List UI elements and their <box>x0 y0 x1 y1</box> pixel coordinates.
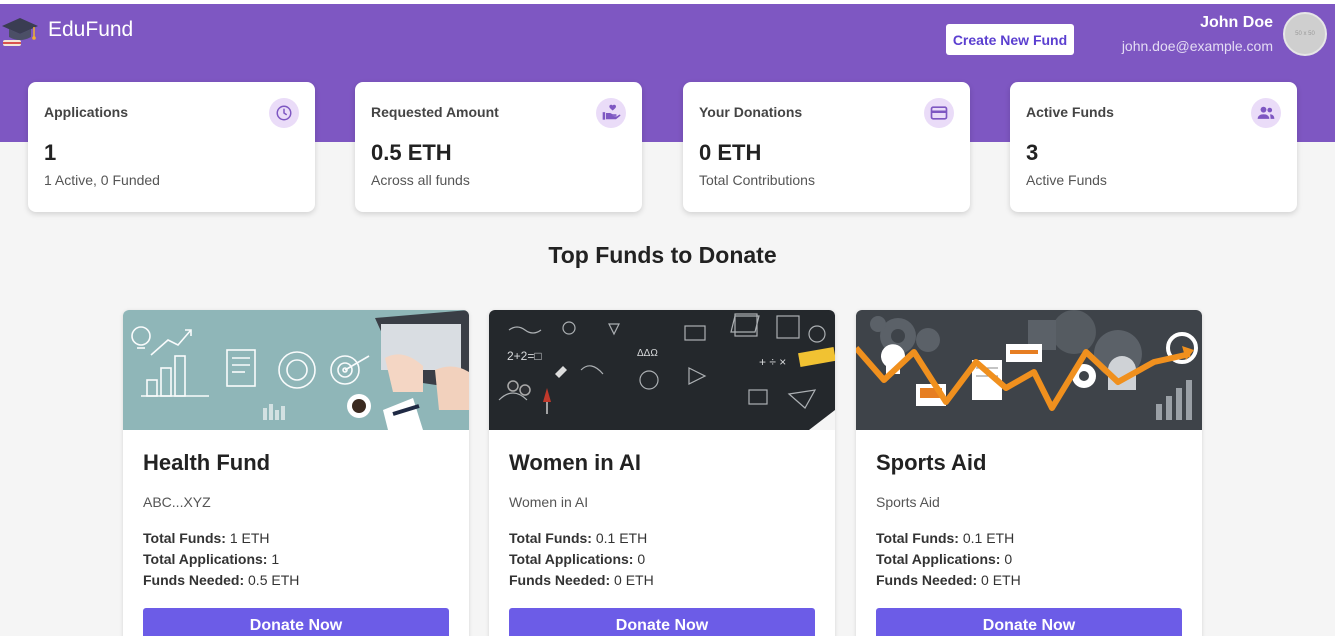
total-funds-row: Total Funds: 0.1 ETH <box>876 528 1182 549</box>
stat-card-requested-amount: Requested Amount 0.5 ETH Across all fund… <box>355 82 642 212</box>
stat-card-applications: Applications 1 1 Active, 0 Funded <box>28 82 315 212</box>
total-applications-row: Total Applications: 1 <box>143 549 449 570</box>
funds-needed-row: Funds Needed: 0.5 ETH <box>143 570 449 591</box>
fund-image <box>856 310 1202 430</box>
fund-name: Women in AI <box>509 450 641 475</box>
fund-stats: Total Funds: 0.1 ETH Total Applications:… <box>509 528 815 591</box>
funds-needed-label: Funds Needed: <box>509 572 611 588</box>
fund-description: ABC...XYZ <box>143 494 211 510</box>
stat-subtitle: 1 Active, 0 Funded <box>44 172 160 188</box>
fund-stats: Total Funds: 0.1 ETH Total Applications:… <box>876 528 1182 591</box>
people-icon <box>1251 98 1281 128</box>
svg-text:ΔΔΩ: ΔΔΩ <box>637 348 658 359</box>
donate-now-button[interactable]: Donate Now <box>509 608 815 636</box>
funds-needed-value: 0.5 ETH <box>248 572 300 588</box>
donate-now-button[interactable]: Donate Now <box>143 608 449 636</box>
fund-image: 2+2=□ ΔΔΩ + ÷ × <box>489 310 835 430</box>
total-applications-label: Total Applications: <box>876 551 1001 567</box>
stat-card-your-donations: Your Donations 0 ETH Total Contributions <box>683 82 970 212</box>
funds-needed-value: 0 ETH <box>614 572 654 588</box>
fund-card-health-fund: Health Fund ABC...XYZ Total Funds: 1 ETH… <box>123 310 469 636</box>
total-funds-label: Total Funds: <box>876 530 959 546</box>
fund-name: Sports Aid <box>876 450 987 475</box>
fund-name: Health Fund <box>143 450 271 475</box>
total-applications-row: Total Applications: 0 <box>876 549 1182 570</box>
credit-card-icon <box>924 98 954 128</box>
fund-card-sports-aid: Sports Aid Sports Aid Total Funds: 0.1 E… <box>856 310 1202 636</box>
funds-needed-label: Funds Needed: <box>143 572 245 588</box>
fund-image <box>123 310 469 430</box>
stat-value: 0.5 ETH <box>371 140 452 165</box>
svg-text:2+2=□: 2+2=□ <box>507 349 542 363</box>
total-funds-row: Total Funds: 1 ETH <box>143 528 449 549</box>
stat-subtitle: Total Contributions <box>699 172 815 188</box>
brand[interactable]: EduFund <box>0 10 133 50</box>
user-email: john.doe@example.com <box>1121 38 1273 54</box>
stat-card-active-funds: Active Funds 3 Active Funds <box>1010 82 1297 212</box>
avatar-placeholder-text: 50 x 50 <box>1295 31 1315 37</box>
stat-subtitle: Across all funds <box>371 172 470 188</box>
create-new-fund-button[interactable]: Create New Fund <box>946 24 1074 55</box>
user-name: John Doe <box>1200 14 1273 31</box>
stat-value: 1 <box>44 140 57 165</box>
total-applications-row: Total Applications: 0 <box>509 549 815 570</box>
funds-needed-label: Funds Needed: <box>876 572 978 588</box>
stat-value: 0 ETH <box>699 140 762 165</box>
clock-icon <box>269 98 299 128</box>
hand-heart-icon <box>596 98 626 128</box>
stat-title: Requested Amount <box>371 104 499 120</box>
svg-text:+ ÷ ×: + ÷ × <box>759 355 786 369</box>
total-funds-value: 0.1 ETH <box>962 530 1015 546</box>
stat-title: Active Funds <box>1026 104 1114 120</box>
stat-value: 3 <box>1026 140 1039 165</box>
funds-needed-row: Funds Needed: 0 ETH <box>509 570 815 591</box>
stat-title: Your Donations <box>699 104 803 120</box>
section-title: Top Funds to Donate <box>548 242 777 268</box>
total-funds-row: Total Funds: 0.1 ETH <box>509 528 815 549</box>
total-funds-value: 0.1 ETH <box>595 530 648 546</box>
total-funds-label: Total Funds: <box>143 530 226 546</box>
brand-name: EduFund <box>48 18 134 41</box>
total-applications-value: 1 <box>271 551 280 567</box>
fund-stats: Total Funds: 1 ETH Total Applications: 1… <box>143 528 449 591</box>
total-funds-label: Total Funds: <box>509 530 592 546</box>
total-applications-label: Total Applications: <box>143 551 268 567</box>
avatar[interactable]: 50 x 50 <box>1283 12 1327 56</box>
stat-title: Applications <box>44 104 129 120</box>
fund-description: Women in AI <box>509 494 589 510</box>
total-applications-value: 0 <box>1004 551 1013 567</box>
total-applications-label: Total Applications: <box>509 551 634 567</box>
fund-description: Sports Aid <box>876 494 940 510</box>
donate-now-button[interactable]: Donate Now <box>876 608 1182 636</box>
fund-card-women-in-ai: 2+2=□ ΔΔΩ + ÷ × Women in AI Women in AI … <box>489 310 835 636</box>
total-applications-value: 0 <box>637 551 646 567</box>
total-funds-value: 1 ETH <box>229 530 270 546</box>
graduation-cap-icon <box>2 18 38 46</box>
funds-needed-value: 0 ETH <box>981 572 1021 588</box>
funds-needed-row: Funds Needed: 0 ETH <box>876 570 1182 591</box>
user-info: John Doe john.doe@example.com <box>1122 14 1273 54</box>
stat-subtitle: Active Funds <box>1026 172 1107 188</box>
